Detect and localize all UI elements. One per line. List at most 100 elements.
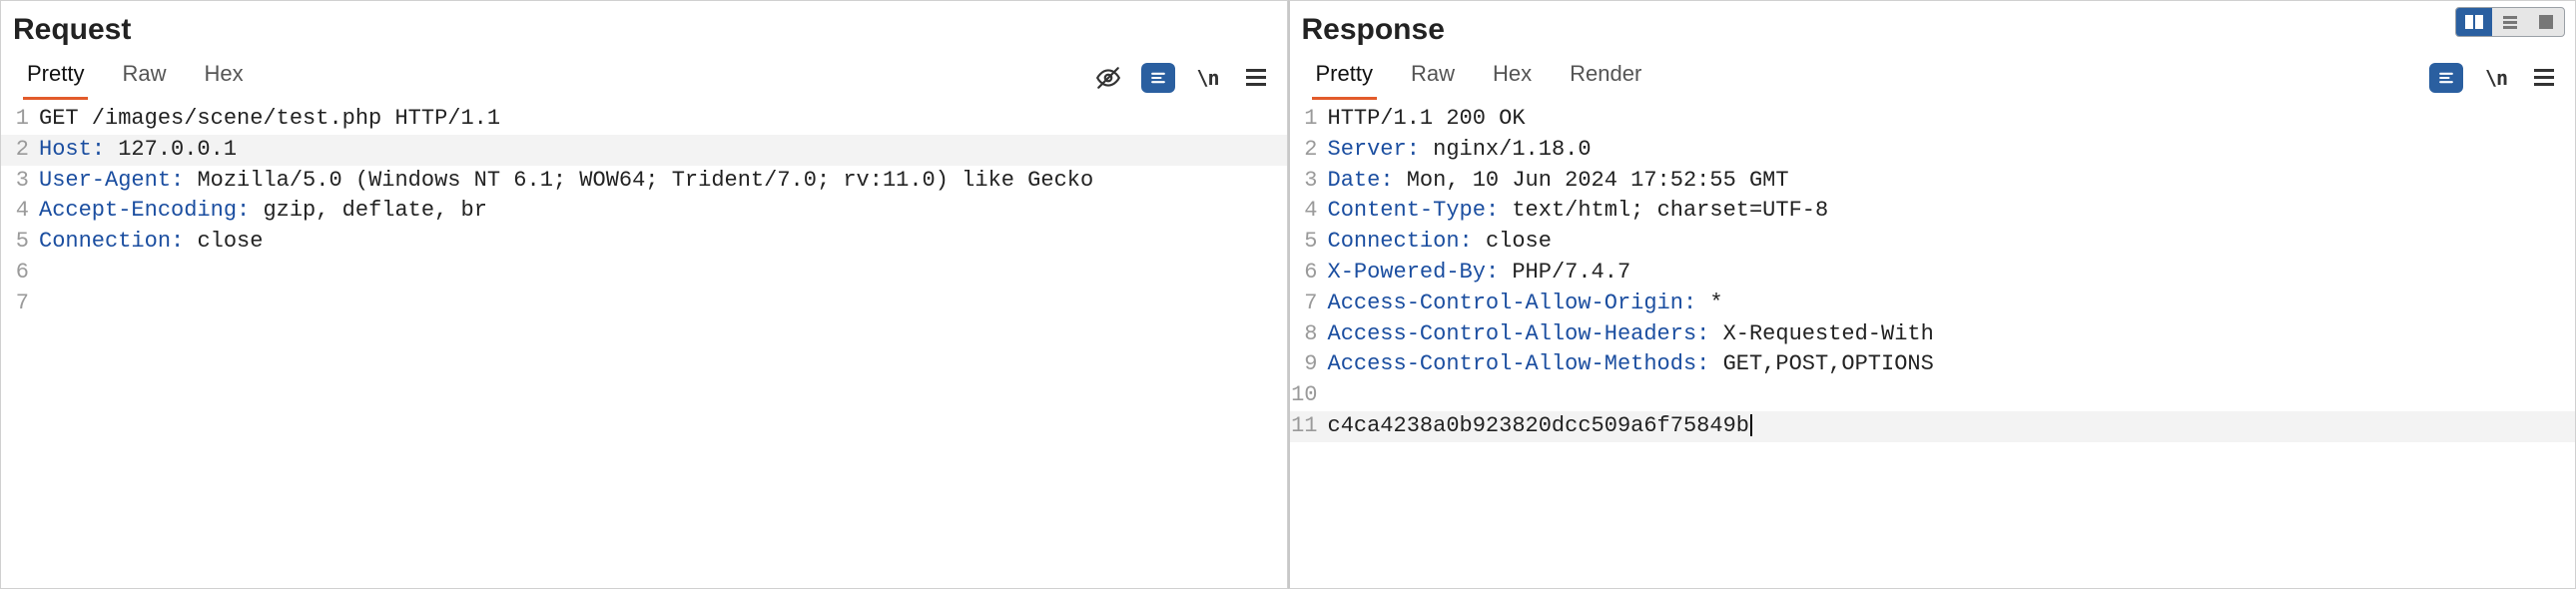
header-colon: :: [1696, 321, 1722, 346]
line-number: 2: [1, 135, 39, 166]
code-line: 8Access-Control-Allow-Headers: X-Request…: [1290, 319, 2576, 350]
line-number: 2: [1290, 135, 1328, 166]
response-pane: Response Pretty Raw Hex Render \n 1H: [1288, 0, 2576, 589]
line-content[interactable]: Access-Control-Allow-Methods: GET,POST,O…: [1328, 349, 2576, 380]
header-value: GET,POST,OPTIONS: [1723, 351, 1934, 376]
view-single-icon[interactable]: [2528, 8, 2564, 36]
header-colon: :: [92, 137, 118, 162]
line-number: 11: [1290, 411, 1328, 442]
line-number: 7: [1, 289, 39, 319]
header-colon: :: [171, 229, 197, 254]
header-value: gzip, deflate, br: [263, 198, 486, 223]
newline-indicator[interactable]: \n: [2481, 63, 2511, 93]
format-icon[interactable]: [2429, 63, 2463, 93]
header-value: nginx/1.18.0: [1433, 137, 1591, 162]
plain-text: c4ca4238a0b923820dcc509a6f75849b: [1328, 413, 1749, 438]
header-name: Server: [1328, 137, 1407, 162]
header-name: X-Powered-By: [1328, 260, 1486, 285]
request-tabs-row: Pretty Raw Hex \n: [1, 55, 1287, 100]
menu-icon[interactable]: [2529, 63, 2559, 93]
response-title: Response: [1290, 1, 2576, 55]
line-content[interactable]: HTTP/1.1 200 OK: [1328, 104, 2576, 135]
format-icon[interactable]: [1141, 63, 1175, 93]
code-line: 10: [1290, 380, 2576, 411]
code-line: 4Accept-Encoding: gzip, deflate, br: [1, 196, 1287, 227]
header-colon: :: [1460, 229, 1486, 254]
header-value: Mon, 10 Jun 2024 17:52:55 GMT: [1407, 168, 1789, 193]
line-content[interactable]: Connection: close: [1328, 227, 2576, 258]
tab-render[interactable]: Render: [1566, 55, 1645, 100]
newline-indicator[interactable]: \n: [1193, 63, 1223, 93]
response-code-area[interactable]: 1HTTP/1.1 200 OK2Server: nginx/1.18.03Da…: [1290, 100, 2576, 588]
header-colon: :: [1380, 168, 1406, 193]
line-number: 4: [1, 196, 39, 227]
line-number: 4: [1290, 196, 1328, 227]
response-tabs: Pretty Raw Hex Render: [1300, 55, 1646, 100]
tab-hex[interactable]: Hex: [200, 55, 247, 100]
header-name: Accept-Encoding: [39, 198, 237, 223]
code-line: 6: [1, 258, 1287, 289]
http-message-editor: Request Pretty Raw Hex: [0, 0, 2576, 589]
header-colon: :: [1486, 260, 1512, 285]
header-name: Access-Control-Allow-Methods: [1328, 351, 1697, 376]
line-number: 5: [1290, 227, 1328, 258]
tab-pretty[interactable]: Pretty: [1312, 55, 1377, 100]
line-number: 5: [1, 227, 39, 258]
line-content[interactable]: c4ca4238a0b923820dcc509a6f75849b: [1328, 411, 2576, 442]
line-content[interactable]: Access-Control-Allow-Origin: *: [1328, 289, 2576, 319]
header-name: Host: [39, 137, 92, 162]
line-number: 10: [1290, 380, 1328, 411]
line-number: 6: [1290, 258, 1328, 289]
line-number: 6: [1, 258, 39, 289]
request-code-area[interactable]: 1GET /images/scene/test.php HTTP/1.12Hos…: [1, 100, 1287, 588]
menu-icon[interactable]: [1241, 63, 1271, 93]
line-content[interactable]: Content-Type: text/html; charset=UTF-8: [1328, 196, 2576, 227]
code-line: 11c4ca4238a0b923820dcc509a6f75849b: [1290, 411, 2576, 442]
line-content[interactable]: Host: 127.0.0.1: [39, 135, 1287, 166]
line-content[interactable]: Server: nginx/1.18.0: [1328, 135, 2576, 166]
code-line: 1GET /images/scene/test.php HTTP/1.1: [1, 104, 1287, 135]
header-value: text/html; charset=UTF-8: [1512, 198, 1828, 223]
header-value: PHP/7.4.7: [1512, 260, 1630, 285]
tab-raw[interactable]: Raw: [1407, 55, 1459, 100]
code-line: 5Connection: close: [1, 227, 1287, 258]
line-content[interactable]: X-Powered-By: PHP/7.4.7: [1328, 258, 2576, 289]
header-colon: :: [171, 168, 197, 193]
visibility-off-icon[interactable]: [1093, 63, 1123, 93]
header-colon: :: [1486, 198, 1512, 223]
line-number: 9: [1290, 349, 1328, 380]
header-colon: :: [237, 198, 263, 223]
header-name: Access-Control-Allow-Headers: [1328, 321, 1697, 346]
view-stacked-icon[interactable]: [2492, 8, 2528, 36]
header-value: X-Requested-With: [1723, 321, 1934, 346]
header-colon: :: [1696, 351, 1722, 376]
line-content[interactable]: Access-Control-Allow-Headers: X-Requeste…: [1328, 319, 2576, 350]
line-content[interactable]: GET /images/scene/test.php HTTP/1.1: [39, 104, 1287, 135]
line-content[interactable]: Connection: close: [39, 227, 1287, 258]
header-name: User-Agent: [39, 168, 171, 193]
tab-raw[interactable]: Raw: [118, 55, 170, 100]
request-toolbar: \n: [1093, 63, 1277, 93]
header-name: Date: [1328, 168, 1381, 193]
code-line: 6X-Powered-By: PHP/7.4.7: [1290, 258, 2576, 289]
code-line: 2Host: 127.0.0.1: [1, 135, 1287, 166]
line-content[interactable]: Date: Mon, 10 Jun 2024 17:52:55 GMT: [1328, 166, 2576, 197]
code-line: 7Access-Control-Allow-Origin: *: [1290, 289, 2576, 319]
line-number: 8: [1290, 319, 1328, 350]
line-number: 3: [1290, 166, 1328, 197]
view-split-icon[interactable]: [2456, 8, 2492, 36]
header-name: Connection: [39, 229, 171, 254]
code-line: 7: [1, 289, 1287, 319]
line-number: 7: [1290, 289, 1328, 319]
header-value: close: [1486, 229, 1552, 254]
tab-pretty[interactable]: Pretty: [23, 55, 88, 100]
response-toolbar: \n: [2429, 63, 2565, 93]
code-line: 3User-Agent: Mozilla/5.0 (Windows NT 6.1…: [1, 166, 1287, 197]
request-title: Request: [1, 1, 1287, 55]
header-name: Content-Type: [1328, 198, 1486, 223]
line-content[interactable]: Accept-Encoding: gzip, deflate, br: [39, 196, 1287, 227]
tab-hex[interactable]: Hex: [1489, 55, 1536, 100]
line-content[interactable]: User-Agent: Mozilla/5.0 (Windows NT 6.1;…: [39, 166, 1287, 197]
header-value: *: [1709, 291, 1722, 315]
header-colon: :: [1683, 291, 1709, 315]
